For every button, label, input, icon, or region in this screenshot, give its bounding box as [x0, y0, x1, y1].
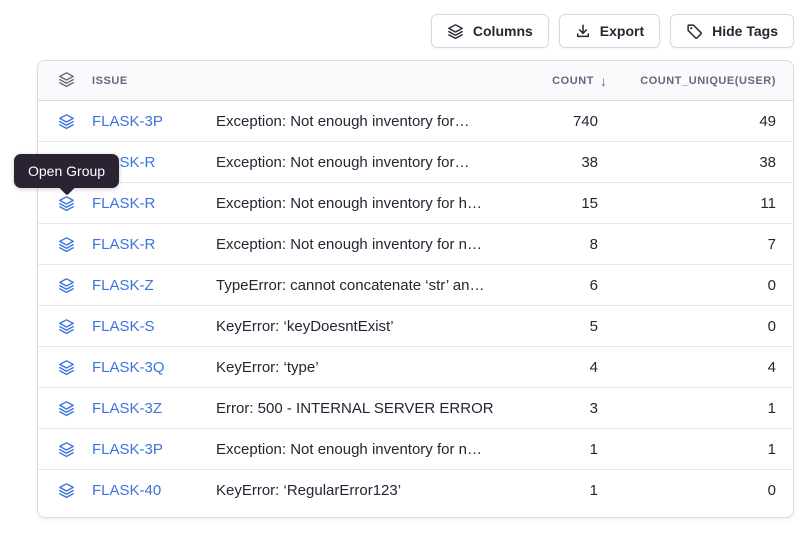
toolbar: Columns Export Hide Tags [431, 14, 794, 48]
table-header-row: ISSUE COUNT ↓ COUNT_UNIQUE(USER) [38, 61, 793, 101]
count-value: 4 [493, 359, 613, 376]
table-row: FLASK-R Exception: Not enough inventory … [38, 142, 793, 183]
issue-link[interactable]: FLASK-3Z [92, 400, 162, 417]
count-unique-value: 1 [613, 400, 793, 417]
stack-icon[interactable] [58, 482, 75, 499]
count-column-header[interactable]: COUNT ↓ [491, 73, 613, 89]
table-row: FLASK-3Z Error: 500 - INTERNAL SERVER ER… [38, 388, 793, 429]
count-value: 3 [493, 400, 613, 417]
issue-title: Error: 500 - INTERNAL SERVER ERROR [216, 400, 493, 417]
issue-title: Exception: Not enough inventory for h… [216, 195, 493, 212]
count-unique-value: 4 [613, 359, 793, 376]
count-unique-column-header[interactable]: COUNT_UNIQUE(USER) [613, 75, 793, 87]
count-value: 5 [493, 318, 613, 335]
issue-column-header[interactable]: ISSUE [38, 71, 491, 91]
issue-link[interactable]: FLASK-R [92, 195, 155, 212]
count-unique-value: 49 [613, 113, 793, 130]
count-unique-value: 0 [613, 318, 793, 335]
hide-tags-button[interactable]: Hide Tags [670, 14, 794, 48]
issue-title: TypeError: cannot concatenate ‘str’ an… [216, 277, 493, 294]
stack-icon[interactable] [58, 441, 75, 458]
count-value: 1 [493, 441, 613, 458]
stack-icon[interactable] [58, 359, 75, 376]
count-value: 38 [493, 154, 613, 171]
table-row: FLASK-40 KeyError: ‘RegularError123’ 1 0 [38, 470, 793, 511]
count-value: 740 [493, 113, 613, 130]
issue-link[interactable]: FLASK-3P [92, 441, 163, 458]
count-unique-value: 7 [613, 236, 793, 253]
count-value: 15 [493, 195, 613, 212]
issue-title: KeyError: ‘keyDoesntExist’ [216, 318, 493, 335]
count-unique-column-label: COUNT_UNIQUE(USER) [640, 75, 776, 87]
tooltip-label: Open Group [28, 163, 105, 179]
table-row: FLASK-S KeyError: ‘keyDoesntExist’ 5 0 [38, 306, 793, 347]
issue-link[interactable]: FLASK-S [92, 318, 155, 335]
count-unique-value: 11 [613, 195, 793, 212]
issue-cell: FLASK-Z [38, 277, 216, 294]
issue-cell: FLASK-3Z [38, 400, 216, 417]
table-row: FLASK-3P Exception: Not enough inventory… [38, 101, 793, 142]
count-unique-value: 0 [613, 277, 793, 294]
stack-icon[interactable] [58, 318, 75, 335]
table-row: FLASK-R Exception: Not enough inventory … [38, 224, 793, 265]
count-value: 8 [493, 236, 613, 253]
columns-button-label: Columns [473, 23, 533, 39]
table-body: FLASK-3P Exception: Not enough inventory… [38, 101, 793, 511]
issue-title: Exception: Not enough inventory for… [216, 113, 493, 130]
open-group-tooltip: Open Group [14, 154, 119, 188]
count-column-label: COUNT [552, 75, 594, 87]
count-value: 6 [493, 277, 613, 294]
count-unique-value: 0 [613, 482, 793, 499]
issue-title: Exception: Not enough inventory for n… [216, 441, 493, 458]
issue-link[interactable]: FLASK-Z [92, 277, 154, 294]
issue-cell: FLASK-3P [38, 113, 216, 130]
stack-icon [447, 23, 464, 40]
export-button-label: Export [600, 23, 644, 39]
issue-cell: FLASK-40 [38, 482, 216, 499]
issue-column-label: ISSUE [92, 75, 128, 87]
stack-icon[interactable] [58, 277, 75, 294]
stack-icon[interactable] [58, 195, 75, 212]
issue-link[interactable]: FLASK-3Q [92, 359, 165, 376]
issue-title: Exception: Not enough inventory for n… [216, 236, 493, 253]
table-row: FLASK-Z TypeError: cannot concatenate ‘s… [38, 265, 793, 306]
stack-icon[interactable] [58, 113, 75, 130]
sort-desc-arrow-icon: ↓ [600, 73, 607, 89]
issue-cell: FLASK-R [38, 236, 216, 253]
count-value: 1 [493, 482, 613, 499]
stack-icon[interactable] [58, 236, 75, 253]
issue-title: KeyError: ‘type’ [216, 359, 493, 376]
issue-title: KeyError: ‘RegularError123’ [216, 482, 493, 499]
issue-link[interactable]: FLASK-3P [92, 113, 163, 130]
export-button[interactable]: Export [559, 14, 660, 48]
table-row: FLASK-3Q KeyError: ‘type’ 4 4 [38, 347, 793, 388]
issue-link[interactable]: FLASK-R [92, 236, 155, 253]
hide-tags-button-label: Hide Tags [712, 23, 778, 39]
page: Columns Export Hide Tags [0, 0, 807, 538]
columns-button[interactable]: Columns [431, 14, 549, 48]
issue-cell: FLASK-3P [38, 441, 216, 458]
stack-icon [58, 71, 75, 91]
stack-icon[interactable] [58, 400, 75, 417]
download-icon [575, 23, 591, 39]
issue-cell: FLASK-R [38, 195, 216, 212]
count-unique-value: 38 [613, 154, 793, 171]
results-table: ISSUE COUNT ↓ COUNT_UNIQUE(USER) FLASK-3… [37, 60, 794, 518]
table-row: FLASK-R Exception: Not enough inventory … [38, 183, 793, 224]
issue-cell: FLASK-S [38, 318, 216, 335]
table-row: FLASK-3P Exception: Not enough inventory… [38, 429, 793, 470]
count-unique-value: 1 [613, 441, 793, 458]
issue-title: Exception: Not enough inventory for… [216, 154, 493, 171]
tag-icon [686, 23, 703, 40]
issue-link[interactable]: FLASK-40 [92, 482, 161, 499]
issue-cell: FLASK-3Q [38, 359, 216, 376]
